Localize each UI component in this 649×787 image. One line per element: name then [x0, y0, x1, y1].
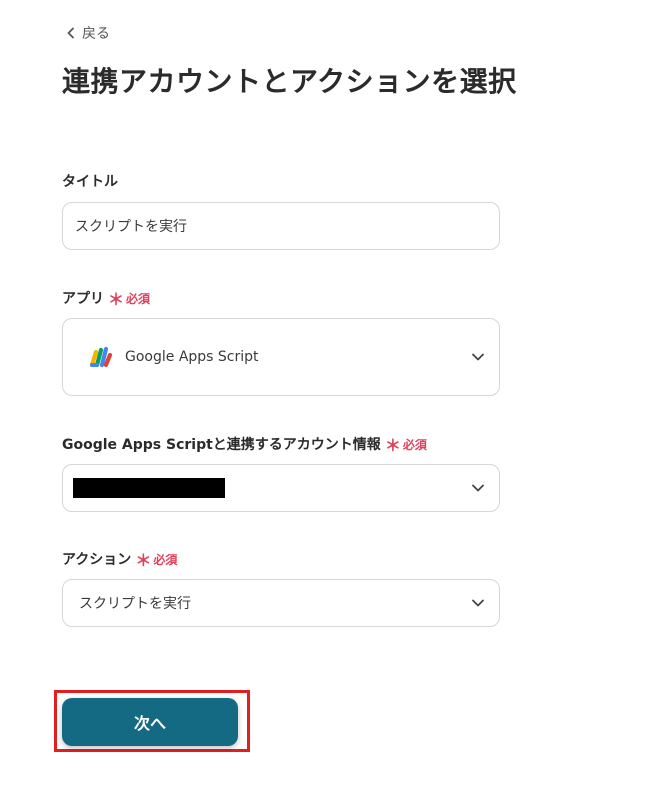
page-title: 連携アカウントとアクションを選択 [62, 65, 517, 98]
title-field-label: タイトル [62, 171, 118, 191]
app-label-text: アプリ [62, 291, 104, 307]
required-star-icon: ＊ [135, 551, 152, 570]
required-badge: 必須 [153, 552, 178, 567]
title-label-text: タイトル [62, 174, 118, 190]
action-select[interactable]: スクリプトを実行 [62, 579, 500, 627]
required-badge: 必須 [402, 437, 427, 452]
account-select[interactable] [62, 464, 500, 512]
next-button[interactable]: 次へ [62, 698, 238, 746]
account-label-text: Google Apps Scriptと連携するアカウント情報 [62, 437, 381, 453]
app-select-value: Google Apps Script [125, 349, 259, 365]
required-star-icon: ＊ [108, 290, 125, 309]
action-field-label: アクション ＊ 必須 [62, 549, 178, 570]
app-field-label: アプリ ＊ 必須 [62, 288, 151, 309]
action-label-text: アクション [62, 552, 132, 568]
required-badge: 必須 [126, 291, 151, 306]
chevron-down-icon [472, 353, 484, 361]
google-apps-script-icon [89, 346, 113, 368]
chevron-down-icon [472, 484, 484, 492]
title-input-value: スクリプトを実行 [75, 219, 187, 235]
title-input[interactable]: スクリプトを実行 [62, 202, 500, 250]
required-star-icon: ＊ [384, 436, 401, 455]
account-field-label: Google Apps Scriptと連携するアカウント情報 ＊ 必須 [62, 434, 427, 455]
chevron-left-icon [67, 27, 74, 39]
app-select[interactable]: Google Apps Script [62, 318, 500, 396]
redacted-account-value [73, 478, 225, 498]
back-link[interactable]: 戻る [66, 22, 110, 44]
action-select-value: スクリプトを実行 [79, 596, 191, 612]
back-label: 戻る [82, 26, 110, 42]
chevron-down-icon [472, 599, 484, 607]
